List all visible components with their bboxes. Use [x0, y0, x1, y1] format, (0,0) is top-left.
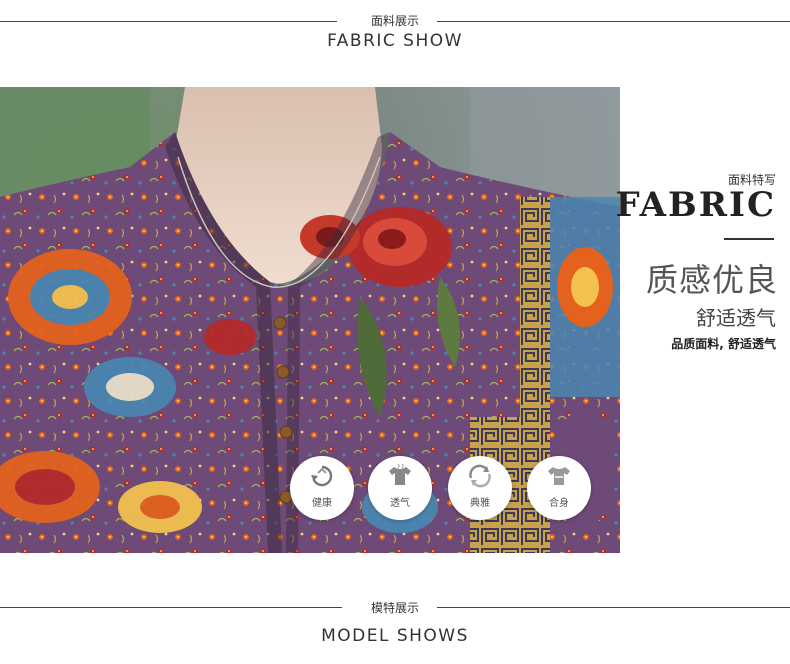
fabric-heading: FABRIC	[615, 185, 776, 225]
fabric-info-panel: 面料特写 FABRIC 质感优良 舒适透气 品质面料, 舒适透气	[616, 87, 790, 553]
section-header-model-shows: 模特展示 MODEL SHOWS	[0, 597, 790, 646]
section-header-fabric-show: 面料展示 FABRIC SHOW	[0, 10, 790, 51]
badge-label: 合身	[549, 498, 569, 509]
badge-label: 典雅	[470, 498, 490, 509]
fit-shirt-icon	[527, 462, 591, 490]
feature-badge-breathable: 透气	[368, 456, 432, 520]
quality-title: 质感优良	[645, 261, 778, 299]
heading-underline	[724, 238, 774, 240]
feature-badge-health: 健康	[290, 456, 354, 520]
section-title-en: FABRIC SHOW	[327, 31, 463, 51]
shirt-icon	[368, 462, 432, 490]
comfort-subtitle: 舒适透气	[696, 306, 776, 330]
feature-badge-elegant: 典雅	[448, 456, 512, 520]
recycle-icon	[290, 462, 354, 490]
swirl-icon	[448, 462, 512, 490]
divider-line	[437, 607, 790, 608]
divider-line	[437, 21, 790, 22]
badge-label: 健康	[312, 498, 332, 509]
badge-label: 透气	[390, 498, 410, 509]
feature-badge-fit: 合身	[527, 456, 591, 520]
section-title-en: MODEL SHOWS	[321, 626, 469, 646]
fabric-description: 品质面料, 舒适透气	[671, 337, 776, 351]
